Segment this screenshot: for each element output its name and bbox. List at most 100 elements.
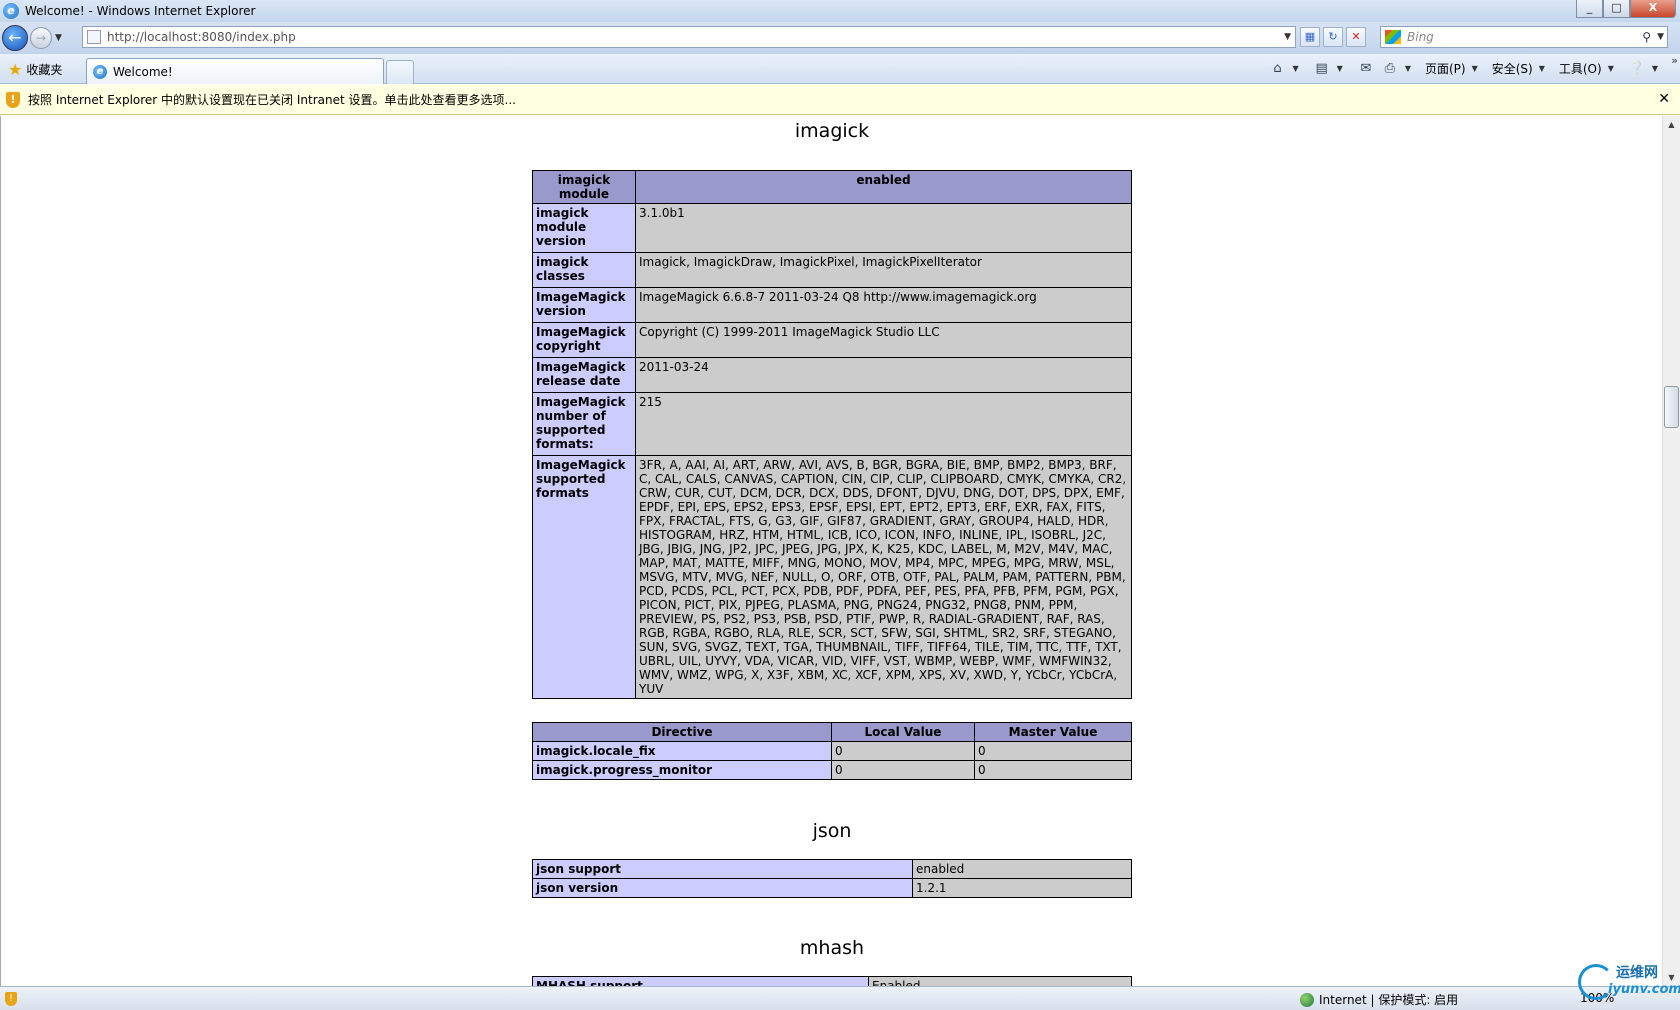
help-dropdown-icon[interactable]: ▼ <box>1652 64 1658 73</box>
json-heading: json <box>812 820 852 842</box>
ie-page-icon: e <box>93 64 107 79</box>
imagick-directives-table: Directive Local Value Master Value imagi… <box>532 722 1132 780</box>
forward-button[interactable]: → <box>30 27 52 49</box>
search-input[interactable]: Bing <box>1407 30 1434 44</box>
table-header-cell: imagick module <box>532 170 636 204</box>
watermark-text: 运维网 <box>1616 965 1658 981</box>
site-watermark: 运维网 iyunv.com <box>1578 960 1680 1004</box>
row-name: imagick module version <box>532 203 636 253</box>
address-dropdown-icon[interactable]: ▼ <box>1284 32 1291 42</box>
zone-text: Internet | 保护模式: 启用 <box>1319 993 1459 1007</box>
page-menu-dropdown-icon[interactable]: ▼ <box>1472 64 1478 73</box>
directive-master: 0 <box>974 741 1132 761</box>
refresh-icon[interactable]: ↻ <box>1323 27 1343 47</box>
information-bar[interactable]: ! 按照 Internet Explorer 中的默认设置现在已关闭 Intra… <box>0 85 1680 115</box>
watermark-url: iyunv.com <box>1608 982 1680 997</box>
table-header-row: Directive Local Value Master Value <box>532 722 1132 742</box>
tools-menu-dropdown-icon[interactable]: ▼ <box>1608 64 1614 73</box>
scroll-up-arrow-icon[interactable]: ▲ <box>1663 116 1680 133</box>
row-name: ImageMagick version <box>532 287 636 323</box>
mhash-heading: mhash <box>799 937 865 959</box>
table-row: imagick module version 3.1.0b1 <box>532 203 1132 253</box>
page-menu[interactable]: 页面(P) <box>1425 60 1466 77</box>
address-toolbar: ← → ▼ http://localhost:8080/index.php ▼ … <box>0 22 1680 54</box>
table-row: ImageMagick number of supported formats:… <box>532 392 1132 456</box>
directive-name: imagick.locale_fix <box>532 741 832 761</box>
new-tab-button[interactable] <box>386 60 414 84</box>
security-zone[interactable]: Internet | 保护模式: 启用 <box>1300 991 1458 1008</box>
feeds-dropdown-icon[interactable]: ▼ <box>1337 64 1343 73</box>
status-shield-icon: ! <box>5 991 17 1006</box>
row-name: ImageMagick copyright <box>532 322 636 358</box>
window-controls: _ □ X <box>1576 0 1676 18</box>
table-header-cell: Local Value <box>831 722 975 742</box>
directive-master: 0 <box>974 760 1132 780</box>
search-box[interactable]: Bing ⚲ ▼ <box>1380 26 1668 48</box>
directive-name: imagick.progress_monitor <box>532 760 832 780</box>
print-dropdown-icon[interactable]: ▼ <box>1405 64 1411 73</box>
vertical-scrollbar[interactable]: ▲ ▼ <box>1662 116 1680 986</box>
row-value: 215 <box>635 392 1132 456</box>
table-row: json support enabled <box>532 859 1132 879</box>
table-header-row: imagick module enabled <box>532 170 1132 204</box>
table-row: ImageMagick release date 2011-03-24 <box>532 357 1132 393</box>
imagick-directives-wrap: Directive Local Value Master Value imagi… <box>532 722 1132 780</box>
star-icon: ★ <box>8 60 23 79</box>
row-name: imagick classes <box>532 252 636 288</box>
page-content: imagick imagick module enabled imagick m… <box>0 116 1662 986</box>
address-field[interactable]: http://localhost:8080/index.php ▼ <box>82 26 1296 48</box>
favorites-button[interactable]: ★ 收藏夹 <box>8 60 62 79</box>
page-icon <box>87 30 101 44</box>
stop-icon[interactable]: ✕ <box>1346 27 1366 47</box>
table-header-cell: Master Value <box>974 722 1132 742</box>
directive-local: 0 <box>831 741 975 761</box>
help-icon[interactable]: ❔ <box>1628 61 1646 77</box>
tools-menu[interactable]: 工具(O) <box>1559 60 1602 77</box>
imagick-table-wrap: imagick module enabled imagick module ve… <box>532 170 1132 699</box>
ie-logo-icon: e <box>3 3 19 19</box>
json-table: json support enabled json version 1.2.1 <box>532 859 1132 898</box>
mhash-table-wrap: MHASH support Enabled <box>532 976 1132 986</box>
row-name: ImageMagick release date <box>532 357 636 393</box>
search-options-dropdown-icon[interactable]: ▼ <box>1657 32 1664 42</box>
safety-menu-dropdown-icon[interactable]: ▼ <box>1539 64 1545 73</box>
row-name: ImageMagick supported formats <box>532 455 636 699</box>
print-icon[interactable]: ⎙ <box>1381 61 1399 77</box>
table-row: imagick.progress_monitor 0 0 <box>532 760 1132 780</box>
status-bar: ! Internet | 保护模式: 启用 100% <box>0 986 1680 1010</box>
row-value: enabled <box>912 859 1132 879</box>
tab-welcome[interactable]: e Welcome! <box>86 58 384 84</box>
shield-warning-icon: ! <box>6 91 20 108</box>
more-commands-chevron-icon[interactable]: » <box>1671 54 1678 67</box>
row-name: json version <box>532 878 913 898</box>
table-row: ImageMagick supported formats 3FR, A, AA… <box>532 455 1132 699</box>
title-bar: e Welcome! - Windows Internet Explorer _… <box>0 0 1680 22</box>
globe-icon <box>1300 992 1314 1007</box>
infobar-message[interactable]: 按照 Internet Explorer 中的默认设置现在已关闭 Intrane… <box>28 91 516 108</box>
safety-menu[interactable]: 安全(S) <box>1492 60 1533 77</box>
scroll-thumb[interactable] <box>1664 386 1679 428</box>
bing-logo-icon <box>1385 30 1401 44</box>
row-name: json support <box>532 859 913 879</box>
directive-local: 0 <box>831 760 975 780</box>
feeds-icon[interactable]: ▤ <box>1313 61 1331 77</box>
home-icon[interactable]: ⌂ <box>1269 61 1287 77</box>
mhash-table: MHASH support Enabled <box>532 976 1132 986</box>
search-icon[interactable]: ⚲ <box>1642 30 1651 44</box>
row-name: MHASH support <box>532 976 869 986</box>
minimize-button[interactable]: _ <box>1576 0 1603 18</box>
imagick-table: imagick module enabled imagick module ve… <box>532 170 1132 699</box>
row-name: ImageMagick number of supported formats: <box>532 392 636 456</box>
table-row: imagick.locale_fix 0 0 <box>532 741 1132 761</box>
recent-pages-dropdown-icon[interactable]: ▼ <box>55 33 67 43</box>
command-bar: ⌂ ▼ ▤ ▼ ✉ ⎙ ▼ 页面(P) ▼ 安全(S) ▼ 工具(O) ▼ ❔ … <box>1269 60 1667 77</box>
url-text[interactable]: http://localhost:8080/index.php <box>107 30 296 44</box>
infobar-close-icon[interactable]: ✕ <box>1658 91 1670 107</box>
row-value: Copyright (C) 1999-2011 ImageMagick Stud… <box>635 322 1132 358</box>
compatibility-view-icon[interactable]: ▦ <box>1300 27 1320 47</box>
back-button[interactable]: ← <box>2 25 28 51</box>
home-dropdown-icon[interactable]: ▼ <box>1293 64 1299 73</box>
close-button[interactable]: X <box>1630 0 1676 18</box>
mail-icon[interactable]: ✉ <box>1357 61 1375 77</box>
maximize-button[interactable]: □ <box>1603 0 1630 18</box>
